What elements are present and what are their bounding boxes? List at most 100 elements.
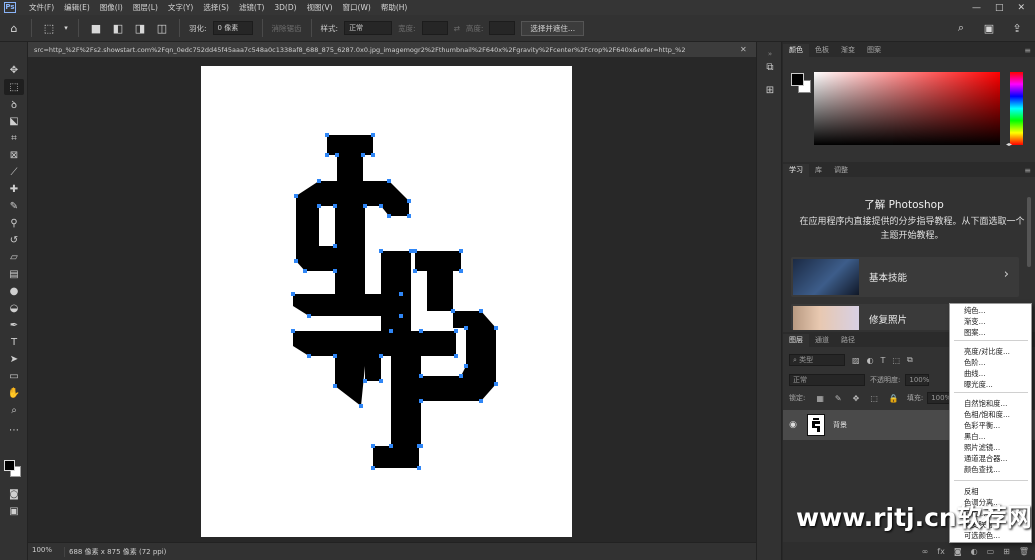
- menu-layer[interactable]: 图层(L): [128, 2, 163, 13]
- type-filter-icon[interactable]: T: [881, 356, 886, 365]
- new-layer-icon[interactable]: ⊞: [1003, 547, 1010, 556]
- object-selection-tool-icon[interactable]: ⬕: [4, 113, 24, 129]
- intersect-selection-icon[interactable]: ◫: [154, 20, 170, 36]
- menu-item-vibrance[interactable]: 自然饱和度...: [964, 399, 1007, 408]
- menu-type[interactable]: 文字(Y): [163, 2, 198, 13]
- photoshop-logo-icon[interactable]: Ps: [4, 2, 16, 13]
- chevron-down-icon[interactable]: ▾: [63, 20, 69, 36]
- new-selection-icon[interactable]: ■: [88, 20, 104, 36]
- path-selection-tool-icon[interactable]: ➤: [4, 351, 24, 367]
- menu-item-channel-mixer[interactable]: 通道混合器...: [964, 454, 1007, 463]
- history-brush-tool-icon[interactable]: ↺: [4, 232, 24, 248]
- kind-filter-select[interactable]: ⌕ 类型: [789, 354, 845, 366]
- tab-adjustments[interactable]: 调整: [828, 164, 854, 177]
- menu-item-black-white[interactable]: 黑白...: [964, 432, 986, 441]
- fx-icon[interactable]: fx: [937, 547, 945, 556]
- menu-item-solid-color[interactable]: 纯色...: [964, 306, 986, 315]
- add-selection-icon[interactable]: ◧: [110, 20, 126, 36]
- tab-color[interactable]: 颜色: [783, 44, 809, 57]
- menu-item-hue-saturation[interactable]: 色相/饱和度...: [964, 410, 1010, 419]
- history-panel-icon[interactable]: ⧉: [761, 59, 779, 75]
- menu-item-levels[interactable]: 色阶...: [964, 358, 986, 367]
- lasso-tool-icon[interactable]: ꝺ: [4, 96, 24, 112]
- close-button[interactable]: ✕: [1017, 3, 1025, 13]
- blur-tool-icon[interactable]: ●: [4, 283, 24, 299]
- smart-object-filter-icon[interactable]: ⧉: [907, 355, 913, 365]
- menu-select[interactable]: 选择(S): [198, 2, 234, 13]
- eraser-tool-icon[interactable]: ▱: [4, 249, 24, 265]
- menu-item-brightness-contrast[interactable]: 亮度/对比度...: [964, 347, 1010, 356]
- crop-tool-icon[interactable]: ⌗: [4, 130, 24, 146]
- menu-image[interactable]: 图像(I): [95, 2, 128, 13]
- menu-item-gradient[interactable]: 渐变...: [964, 317, 986, 326]
- close-icon[interactable]: ✕: [740, 45, 747, 54]
- visibility-eye-icon[interactable]: ◉: [783, 420, 803, 430]
- height-input[interactable]: [489, 21, 516, 35]
- more-tools-icon[interactable]: ⋯: [4, 422, 24, 438]
- pixel-filter-icon[interactable]: ▨: [852, 356, 860, 365]
- swap-dimensions-icon[interactable]: ⇄: [454, 24, 460, 33]
- menu-item-photo-filter[interactable]: 照片滤镜...: [964, 443, 1000, 452]
- menu-item-color-lookup[interactable]: 颜色查找...: [964, 465, 1000, 474]
- menu-filter[interactable]: 滤镜(T): [234, 2, 269, 13]
- zoom-tool-icon[interactable]: ⌕: [4, 402, 24, 418]
- menu-item-color-balance[interactable]: 色彩平衡...: [964, 421, 1000, 430]
- link-layers-icon[interactable]: ∞: [922, 547, 929, 556]
- tab-patterns[interactable]: 图案: [861, 44, 887, 57]
- select-and-mask-button[interactable]: 选择并遮住...: [521, 20, 585, 36]
- opacity-input[interactable]: 100%: [905, 374, 929, 386]
- subtract-selection-icon[interactable]: ◨: [132, 20, 148, 36]
- tab-layers[interactable]: 图层: [783, 334, 809, 347]
- new-adjustment-layer-icon[interactable]: ◐: [971, 547, 978, 556]
- tab-learn[interactable]: 学习: [783, 164, 809, 177]
- search-icon[interactable]: ⌕: [953, 20, 969, 36]
- panel-menu-icon[interactable]: ≡: [1024, 44, 1035, 57]
- menu-view[interactable]: 视图(V): [302, 2, 338, 13]
- document-info[interactable]: 688 像素 x 875 像素 (72 ppi): [64, 546, 166, 557]
- new-group-icon[interactable]: ▭: [987, 547, 995, 556]
- menu-item-curves[interactable]: 曲线...: [964, 369, 986, 378]
- add-mask-icon[interactable]: ◙: [954, 547, 962, 556]
- workspace-icon[interactable]: ▣: [981, 20, 997, 36]
- rectangle-tool-icon[interactable]: ▭: [4, 368, 24, 384]
- shape-filter-icon[interactable]: ⬚: [892, 356, 900, 365]
- menu-item-pattern[interactable]: 图案...: [964, 328, 986, 337]
- brush-tool-icon[interactable]: ✎: [4, 198, 24, 214]
- healing-brush-tool-icon[interactable]: ✚: [4, 181, 24, 197]
- foreground-color-swatch[interactable]: [791, 73, 804, 86]
- panel-menu-icon[interactable]: ≡: [1024, 164, 1035, 177]
- menu-help[interactable]: 帮助(H): [376, 2, 413, 13]
- screen-mode-icon[interactable]: ▣: [4, 503, 24, 519]
- lock-image-icon[interactable]: ✎: [835, 394, 842, 403]
- menu-window[interactable]: 窗口(W): [338, 2, 376, 13]
- eyedropper-tool-icon[interactable]: ⟋: [4, 164, 24, 180]
- tab-channels[interactable]: 通道: [809, 334, 835, 347]
- color-picker-field[interactable]: [814, 72, 1000, 145]
- width-input[interactable]: [421, 21, 448, 35]
- canvas-area[interactable]: [28, 57, 756, 542]
- fill-input[interactable]: 100%: [927, 392, 951, 404]
- learn-card-basic-skills[interactable]: 基本技能 ›: [791, 257, 1019, 297]
- menu-file[interactable]: 文件(F): [24, 2, 59, 13]
- marquee-preset-icon[interactable]: ⬚: [41, 20, 57, 36]
- lock-position-icon[interactable]: ✥: [853, 394, 860, 403]
- quick-mask-icon[interactable]: ◙: [4, 486, 24, 502]
- dodge-tool-icon[interactable]: ◒: [4, 300, 24, 316]
- hue-slider[interactable]: [1010, 72, 1023, 145]
- move-tool-icon[interactable]: ✥: [4, 62, 24, 78]
- menu-3d[interactable]: 3D(D): [269, 3, 301, 12]
- gradient-tool-icon[interactable]: ▤: [4, 266, 24, 282]
- delete-layer-icon[interactable]: 🗑: [1019, 547, 1029, 556]
- scrollbar[interactable]: [1027, 197, 1031, 267]
- share-icon[interactable]: ⇪: [1009, 20, 1025, 36]
- zoom-level-field[interactable]: 100%: [32, 546, 64, 557]
- tab-libraries[interactable]: 库: [809, 164, 828, 177]
- maximize-button[interactable]: □: [995, 3, 1004, 13]
- tab-swatches[interactable]: 色板: [809, 44, 835, 57]
- tab-gradients[interactable]: 渐变: [835, 44, 861, 57]
- frame-tool-icon[interactable]: ⊠: [4, 147, 24, 163]
- home-icon[interactable]: ⌂: [6, 20, 22, 36]
- lock-all-icon[interactable]: 🔒: [889, 394, 899, 403]
- menu-item-exposure[interactable]: 曝光度...: [964, 380, 993, 389]
- hand-tool-icon[interactable]: ✋: [4, 385, 24, 401]
